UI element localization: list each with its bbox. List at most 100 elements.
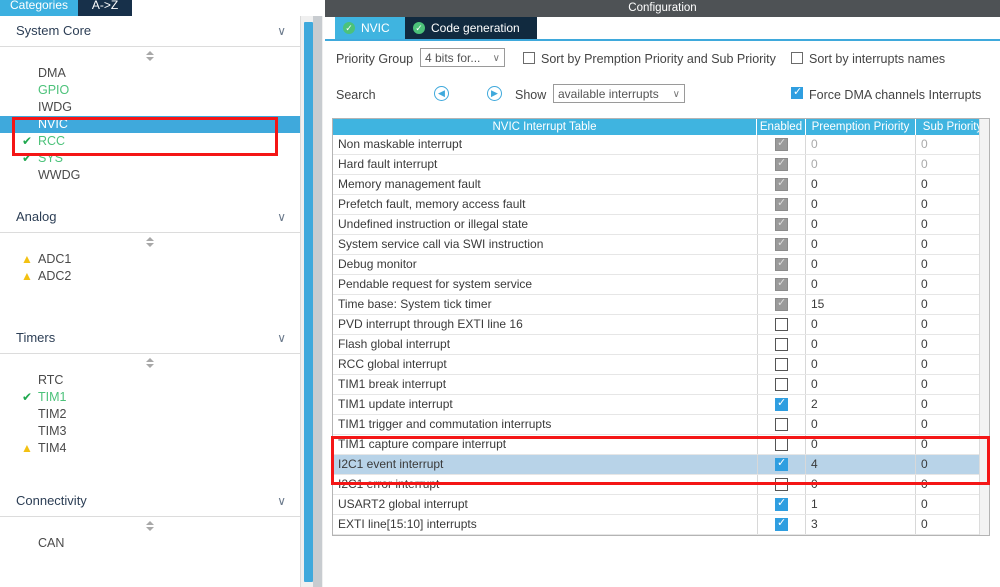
cell-preemption-priority[interactable]: 0	[806, 255, 916, 274]
force-dma-checkbox[interactable]	[791, 85, 803, 99]
table-row[interactable]: Pendable request for system service00	[333, 275, 989, 295]
cell-preemption-priority[interactable]: 0	[806, 195, 916, 214]
enabled-checkbox[interactable]	[775, 456, 788, 471]
section-header-system-core[interactable]: System Core ∨	[0, 16, 300, 47]
sidebar-item-can[interactable]: CAN	[0, 535, 300, 552]
cell-enabled[interactable]	[757, 435, 806, 454]
table-row[interactable]: Memory management fault00	[333, 175, 989, 195]
table-row[interactable]: RCC global interrupt 0 0	[333, 355, 989, 375]
table-row[interactable]: Debug monitor00	[333, 255, 989, 275]
enabled-checkbox[interactable]	[775, 318, 788, 331]
cell-enabled[interactable]	[757, 215, 806, 234]
cell-preemption-priority[interactable]: 0	[806, 275, 916, 294]
section-header-analog[interactable]: Analog ∨	[0, 202, 300, 233]
column-header-preemption-priority[interactable]: Preemption Priority	[806, 119, 916, 135]
tab-categories[interactable]: Categories	[0, 0, 78, 16]
cell-enabled[interactable]	[757, 335, 806, 354]
tab-code-generation[interactable]: ✓ Code generation	[405, 17, 537, 39]
section-header-connectivity[interactable]: Connectivity ∨	[0, 486, 300, 517]
cell-enabled[interactable]	[757, 375, 806, 394]
cell-enabled[interactable]	[757, 175, 806, 194]
enabled-checkbox[interactable]	[775, 338, 788, 351]
cell-enabled[interactable]	[757, 135, 806, 154]
enabled-checkbox[interactable]	[775, 516, 788, 531]
sidebar-item-gpio[interactable]: GPIO	[0, 82, 300, 99]
cell-preemption-priority[interactable]: 0	[806, 435, 916, 454]
column-header-enabled[interactable]: Enabled	[757, 119, 806, 135]
table-row[interactable]: Non maskable interrupt00	[333, 135, 989, 155]
chevron-down-icon[interactable]: ∨	[277, 16, 286, 46]
cell-preemption-priority[interactable]: 0	[806, 375, 916, 394]
scroll-spinner-icon[interactable]	[144, 237, 156, 249]
cell-enabled[interactable]	[757, 235, 806, 254]
chevron-left-circle-icon[interactable]: ◀	[434, 86, 449, 101]
table-row[interactable]: I2C1 event interrupt40	[333, 455, 989, 475]
cell-preemption-priority[interactable]: 0	[806, 415, 916, 434]
table-row[interactable]: Flash global interrupt 0 0	[333, 335, 989, 355]
cell-enabled[interactable]	[757, 355, 806, 374]
column-header-interrupt-table[interactable]: NVIC Interrupt Table	[333, 119, 757, 135]
sidebar-item-adc1[interactable]: ▲ ADC1	[0, 251, 300, 268]
cell-preemption-priority[interactable]: 0	[806, 355, 916, 374]
table-row[interactable]: Prefetch fault, memory access fault00	[333, 195, 989, 215]
sidebar-item-iwdg[interactable]: IWDG	[0, 99, 300, 116]
cell-preemption-priority[interactable]: 0	[806, 135, 916, 154]
sidebar-item-nvic[interactable]: NVIC	[0, 116, 300, 133]
cell-enabled[interactable]	[757, 455, 806, 474]
cell-enabled[interactable]	[757, 475, 806, 494]
scroll-spinner-icon[interactable]	[144, 521, 156, 533]
table-row[interactable]: I2C1 error interrupt 0 0	[333, 475, 989, 495]
sort-preemption-checkbox[interactable]	[523, 52, 535, 64]
cell-preemption-priority[interactable]: 0	[806, 315, 916, 334]
table-row[interactable]: Undefined instruction or illegal state00	[333, 215, 989, 235]
cell-enabled[interactable]	[757, 395, 806, 414]
cell-preemption-priority[interactable]: 15	[806, 295, 916, 314]
table-scrollbar[interactable]	[979, 119, 989, 535]
cell-preemption-priority[interactable]: 0	[806, 475, 916, 494]
tab-a-to-z[interactable]: A->Z	[78, 0, 132, 16]
cell-preemption-priority[interactable]: 4	[806, 455, 916, 474]
cell-enabled[interactable]	[757, 275, 806, 294]
enabled-checkbox[interactable]	[775, 358, 788, 371]
sort-names-checkbox[interactable]	[791, 52, 803, 64]
cell-enabled[interactable]	[757, 155, 806, 174]
table-row[interactable]: TIM1 break interrupt 0 0	[333, 375, 989, 395]
cell-preemption-priority[interactable]: 2	[806, 395, 916, 414]
enabled-checkbox[interactable]	[775, 438, 788, 451]
chevron-down-icon[interactable]: ∨	[277, 202, 286, 232]
enabled-checkbox[interactable]	[775, 496, 788, 511]
show-select[interactable]: available interrupts ∨	[553, 84, 685, 103]
cell-enabled[interactable]	[757, 255, 806, 274]
cell-preemption-priority[interactable]: 0	[806, 175, 916, 194]
table-row[interactable]: USART2 global interrupt10	[333, 495, 989, 515]
table-row[interactable]: EXTI line[15:10] interrupts30	[333, 515, 989, 535]
scroll-spinner-icon[interactable]	[144, 51, 156, 63]
sidebar-scrollbar-thumb[interactable]	[304, 22, 313, 582]
sidebar-item-tim2[interactable]: TIM2	[0, 406, 300, 423]
scroll-spinner-icon[interactable]	[144, 358, 156, 370]
sidebar-item-dma[interactable]: DMA	[0, 65, 300, 82]
cell-preemption-priority[interactable]: 0	[806, 235, 916, 254]
table-row[interactable]: TIM1 capture compare interrupt 0 0	[333, 435, 989, 455]
sidebar-item-tim4[interactable]: ▲ TIM4	[0, 440, 300, 457]
priority-group-select[interactable]: 4 bits for... ∨	[420, 48, 505, 67]
cell-enabled[interactable]	[757, 495, 806, 514]
sidebar-item-rcc[interactable]: ✔ RCC	[0, 133, 300, 150]
sidebar-item-wwdg[interactable]: WWDG	[0, 167, 300, 184]
cell-enabled[interactable]	[757, 195, 806, 214]
chevron-down-icon[interactable]: ∨	[277, 323, 286, 353]
cell-preemption-priority[interactable]: 1	[806, 495, 916, 514]
chevron-down-icon[interactable]: ∨	[277, 486, 286, 516]
enabled-checkbox[interactable]	[775, 396, 788, 411]
enabled-checkbox[interactable]	[775, 378, 788, 391]
sidebar-item-rtc[interactable]: RTC	[0, 372, 300, 389]
sidebar-item-adc2[interactable]: ▲ ADC2	[0, 268, 300, 285]
table-row[interactable]: System service call via SWI instruction 0…	[333, 235, 989, 255]
cell-preemption-priority[interactable]: 0	[806, 215, 916, 234]
cell-enabled[interactable]	[757, 515, 806, 534]
table-row[interactable]: Hard fault interrupt00	[333, 155, 989, 175]
section-header-timers[interactable]: Timers ∨	[0, 323, 300, 354]
cell-enabled[interactable]	[757, 295, 806, 314]
enabled-checkbox[interactable]	[775, 418, 788, 431]
sidebar-item-tim1[interactable]: ✔ TIM1	[0, 389, 300, 406]
